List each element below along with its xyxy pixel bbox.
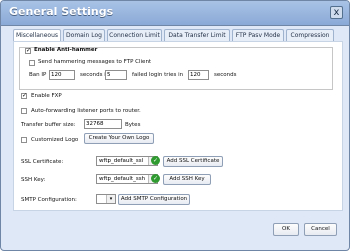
- tab-data-transfer-limit[interactable]: Data Transfer Limit: [164, 29, 230, 41]
- customized-logo-label: Customized Logo: [31, 137, 79, 143]
- ban-seconds-input[interactable]: 120: [49, 70, 75, 80]
- settings-tabs: Miscellaneous Domain Log Connection Limi…: [13, 29, 343, 41]
- send-hammering-messages-checkbox[interactable]: [29, 60, 35, 66]
- transfer-buffer-label: Transfer buffer size:: [21, 122, 76, 128]
- add-ssh-key-button[interactable]: Add SSH Key: [163, 174, 211, 185]
- enable-anti-hammer-label: Enable Anti-hammer: [34, 47, 98, 53]
- smtp-configuration-label: SMTP Configuration:: [21, 197, 77, 203]
- ok-button[interactable]: OK: [273, 223, 299, 236]
- enable-fxp-label: Enable FXP: [31, 93, 62, 99]
- window-seconds-input[interactable]: 120: [188, 70, 209, 80]
- close-button[interactable]: x: [330, 6, 343, 19]
- anti-hammer-group: [19, 47, 333, 90]
- tab-domain-log[interactable]: Domain Log: [63, 29, 105, 41]
- tab-connection-limit[interactable]: Connection Limit: [107, 29, 162, 41]
- enable-anti-hammer-checkbox[interactable]: [25, 47, 31, 54]
- enable-fxp-checkbox[interactable]: [21, 92, 27, 99]
- tab-miscellaneous[interactable]: Miscellaneous: [13, 29, 61, 41]
- customized-logo-checkbox[interactable]: [21, 137, 27, 143]
- auto-forwarding-label: Auto-forwarding listener ports to router…: [31, 108, 141, 114]
- ssh-key-value: wftp_default_ssh: [99, 176, 146, 182]
- ssh-key-label: SSH Key:: [21, 177, 46, 183]
- ssl-certificate-value: wftp_default_ssl: [99, 158, 144, 164]
- add-ssl-certificate-button[interactable]: Add SSL Certificate: [163, 156, 223, 167]
- tab-compression[interactable]: Compression: [286, 29, 334, 41]
- footer: OK Cancel: [1, 214, 349, 250]
- tab-ftp-pasv-mode[interactable]: FTP Pasv Mode: [232, 29, 284, 41]
- ssl-certificate-label: SSL Certificate:: [21, 159, 64, 165]
- ssl-certificate-ok-icon: ✓: [151, 156, 160, 165]
- add-smtp-configuration-button[interactable]: Add SMTP Configuration: [118, 194, 190, 205]
- window-title: General Settings: [9, 5, 114, 18]
- general-settings-window: General Settings x Miscellaneous Domain …: [0, 0, 350, 251]
- seconds-label: seconds: [214, 72, 237, 78]
- create-logo-button[interactable]: Create Your Own Logo: [84, 133, 154, 144]
- ssh-key-ok-icon: ✓: [151, 174, 160, 183]
- seconds-if-label: seconds if: [80, 72, 108, 78]
- send-hammering-messages-label: Send hammering messages to FTP Client: [38, 59, 152, 65]
- bytes-label: Bytes: [125, 122, 141, 128]
- failed-count-input[interactable]: 5: [105, 70, 127, 80]
- smtp-configuration-select[interactable]: ▾: [96, 194, 116, 204]
- auto-forwarding-checkbox[interactable]: [21, 108, 27, 114]
- failed-login-label: failed login tries in: [132, 72, 184, 78]
- ssh-key-select[interactable]: wftp_default_ssh ▾: [96, 174, 158, 184]
- transfer-buffer-input[interactable]: 32768: [84, 119, 122, 129]
- chevron-down-icon: ▾: [106, 195, 115, 203]
- cancel-button[interactable]: Cancel: [304, 223, 337, 236]
- ban-ip-label: Ban IP: [29, 72, 47, 78]
- title-bar: General Settings x: [1, 1, 349, 26]
- ssl-certificate-select[interactable]: wftp_default_ssl ▾: [96, 156, 158, 166]
